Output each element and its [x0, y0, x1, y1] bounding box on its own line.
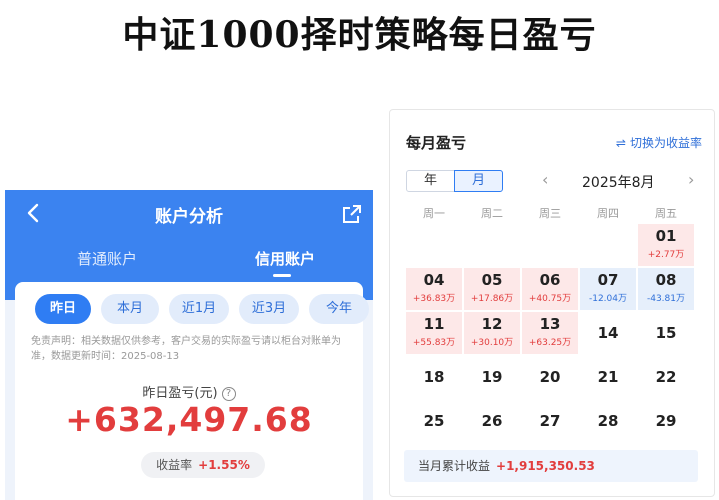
period-last-1-month[interactable]: 近1月 — [169, 294, 229, 324]
day-pnl-value: +40.75万 — [528, 294, 572, 304]
pnl-card: 昨日 本月 近1月 近3月 今年 免责声明：相关数据仅供参考，客户交易的实际盈亏… — [15, 282, 369, 500]
month-label: 2025年8月 — [582, 175, 655, 191]
day-number: 01 — [655, 227, 677, 245]
pnl-label: 昨日盈亏(元) — [142, 386, 218, 401]
day-number: 21 — [597, 368, 619, 386]
day-number: 29 — [655, 412, 677, 430]
day-pnl-value: -12.04万 — [588, 294, 627, 304]
calendar-day[interactable]: 07 -12.04万 — [580, 268, 636, 310]
calendar-day[interactable]: 29 — [638, 400, 694, 442]
calendar-day[interactable]: 18 — [406, 356, 462, 398]
calendar-day[interactable]: 04 +36.83万 — [406, 268, 462, 310]
active-tab-indicator — [273, 274, 291, 277]
account-tabs: 普通账户 信用账户 — [5, 248, 373, 278]
monthly-pnl-calendar: 每月盈亏 ⇌ 切换为收益率 年 月 ‹ 2025年8月 › 周一 周二 周三 周四… — [389, 109, 715, 497]
day-pnl-value: +63.25万 — [528, 338, 572, 348]
day-number: 25 — [423, 412, 445, 430]
calendar-day[interactable]: 01 +2.77万 — [638, 224, 694, 266]
calendar-day[interactable]: 06 +40.75万 — [522, 268, 578, 310]
calendar-title: 每月盈亏 — [406, 134, 467, 152]
summary-label: 当月累计收益 — [418, 459, 491, 473]
day-pnl-value: +30.10万 — [470, 338, 514, 348]
calendar-day[interactable]: 13 +63.25万 — [522, 312, 578, 354]
day-pnl-value: +17.86万 — [470, 294, 514, 304]
calendar-day[interactable]: 12 +30.10万 — [464, 312, 520, 354]
view-toggle: 年 月 — [406, 170, 504, 192]
calendar-day[interactable]: 19 — [464, 356, 520, 398]
tab-regular-account[interactable]: 普通账户 — [77, 248, 137, 269]
calendar-day[interactable]: 20 — [522, 356, 578, 398]
pnl-value: +632,497.68 — [65, 400, 313, 439]
calendar-day[interactable]: 27 — [522, 400, 578, 442]
calendar-day[interactable]: 05 +17.86万 — [464, 268, 520, 310]
day-number: 12 — [481, 315, 503, 333]
day-number: 20 — [539, 368, 561, 386]
period-yesterday[interactable]: 昨日 — [35, 294, 91, 324]
day-pnl-value: +36.83万 — [412, 294, 456, 304]
day-number: 05 — [481, 271, 503, 289]
weekday-mon: 周一 — [423, 207, 445, 220]
calendar-day[interactable]: 25 — [406, 400, 462, 442]
disclaimer-text: 免责声明：相关数据仅供参考，客户交易的实际盈亏请以柜台对账单为准，数据更新时间：… — [31, 336, 341, 362]
calendar-day[interactable]: 15 — [638, 312, 694, 354]
calendar-day[interactable]: 26 — [464, 400, 520, 442]
summary-value: +1,915,350.53 — [496, 459, 595, 473]
day-number: 13 — [539, 315, 561, 333]
switch-label: 切换为收益率 — [629, 136, 702, 150]
switch-to-return-rate-link[interactable]: ⇌ 切换为收益率 — [616, 134, 702, 151]
day-pnl-value: -43.81万 — [646, 294, 685, 304]
day-number: 04 — [423, 271, 445, 289]
day-number: 27 — [539, 412, 561, 430]
period-last-3-months[interactable]: 近3月 — [239, 294, 299, 324]
weekday-wed: 周三 — [539, 207, 561, 220]
weekday-header: 周一 周二 周三 周四 周五 — [406, 205, 696, 221]
pnl-label-row: 昨日盈亏(元)? — [15, 382, 363, 401]
calendar-day[interactable]: 11 +55.83万 — [406, 312, 462, 354]
month-navigator: ‹ 2025年8月 › — [542, 170, 712, 194]
day-pnl-value: +2.77万 — [647, 250, 685, 260]
weekday-fri: 周五 — [655, 207, 677, 220]
screen-title: 账户分析 — [155, 207, 223, 227]
help-icon[interactable]: ? — [221, 386, 236, 401]
day-number: 06 — [539, 271, 561, 289]
page-headline: 中证1000择时策略每日盈亏 — [122, 14, 597, 56]
day-pnl-value: +55.83万 — [412, 338, 456, 348]
chevron-right-icon[interactable]: › — [688, 170, 694, 189]
day-number: 11 — [423, 315, 445, 333]
day-number: 26 — [481, 412, 503, 430]
nav-bar: 账户分析 — [5, 190, 373, 236]
day-number: 07 — [597, 271, 619, 289]
day-number: 08 — [655, 271, 677, 289]
day-number: 18 — [423, 368, 445, 386]
day-number: 28 — [597, 412, 619, 430]
view-year-button[interactable]: 年 — [406, 170, 455, 192]
period-this-year[interactable]: 今年 — [309, 294, 369, 324]
return-rate-label: 收益率 — [156, 458, 193, 472]
tab-credit-account[interactable]: 信用账户 — [255, 248, 315, 269]
month-summary: 当月累计收益 +1,915,350.53 — [404, 450, 698, 482]
day-number: 22 — [655, 368, 677, 386]
view-month-button[interactable]: 月 — [454, 170, 503, 192]
calendar-day[interactable]: 08 -43.81万 — [638, 268, 694, 310]
weekday-thu: 周四 — [597, 207, 619, 220]
calendar-day[interactable]: 28 — [580, 400, 636, 442]
day-number: 15 — [655, 324, 677, 342]
swap-icon: ⇌ — [615, 136, 626, 150]
day-number: 19 — [481, 368, 503, 386]
return-rate-value: +1.55% — [198, 458, 250, 472]
calendar-day[interactable]: 21 — [580, 356, 636, 398]
return-rate-pill: 收益率 +1.55% — [141, 452, 265, 478]
share-icon[interactable] — [341, 203, 363, 225]
account-analysis-screen: 账户分析 普通账户 信用账户 昨日 本月 近1月 近3月 今年 免责声明：相关数… — [5, 190, 373, 500]
day-number: 14 — [597, 324, 619, 342]
chevron-left-icon[interactable]: ‹ — [542, 170, 548, 189]
period-this-month[interactable]: 本月 — [101, 294, 159, 324]
calendar-day[interactable]: 14 — [580, 312, 636, 354]
weekday-tue: 周二 — [481, 207, 503, 220]
period-selector: 昨日 本月 近1月 近3月 今年 — [25, 294, 369, 326]
calendar-day[interactable]: 22 — [638, 356, 694, 398]
